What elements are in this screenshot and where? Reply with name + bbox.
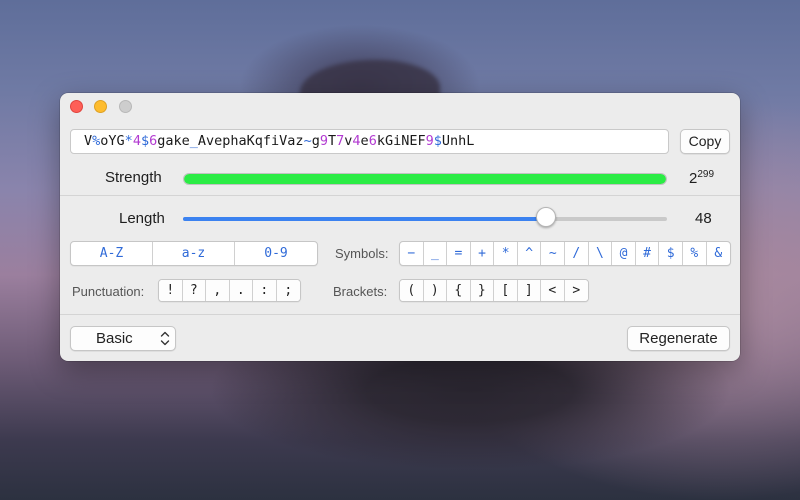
minimize-button[interactable]: [94, 100, 107, 113]
bracket-toggle[interactable]: >: [564, 280, 588, 301]
password-segment: _: [189, 133, 198, 149]
punctuation-toggle-group: !?,.:;: [158, 279, 301, 302]
length-value: 48: [695, 210, 712, 227]
punctuation-toggle[interactable]: ?: [182, 280, 206, 301]
password-segment: V: [84, 133, 93, 149]
charset-toggle[interactable]: a-z: [153, 242, 235, 265]
strength-value: 2299: [689, 169, 715, 187]
symbol-toggle[interactable]: $: [659, 242, 683, 265]
symbol-toggle[interactable]: ~: [541, 242, 566, 265]
password-segment: kGiNEF: [376, 133, 426, 149]
brackets-label: Brackets:: [333, 284, 388, 299]
divider: [60, 314, 740, 315]
password-segment: ~: [303, 133, 312, 149]
password-segment: *: [124, 133, 133, 149]
charset-toggle[interactable]: 0-9: [235, 242, 317, 265]
password-segment: 6: [368, 133, 377, 149]
password-segment: 6: [149, 133, 158, 149]
password-segment: e: [360, 133, 369, 149]
punctuation-toggle[interactable]: :: [253, 280, 277, 301]
regenerate-button[interactable]: Regenerate: [627, 326, 730, 351]
symbol-toggle[interactable]: +: [471, 242, 495, 265]
password-segment: 4: [352, 133, 361, 149]
symbols-label: Symbols:: [335, 246, 389, 261]
password-segment: g: [311, 133, 320, 149]
punctuation-toggle[interactable]: !: [159, 280, 183, 301]
preset-popup[interactable]: Basic: [70, 326, 176, 351]
password-segment: $: [433, 133, 442, 149]
password-segment: T: [327, 133, 337, 149]
symbol-toggle[interactable]: @: [612, 242, 636, 265]
password-segment: 9: [425, 133, 434, 149]
password-segment: $: [140, 133, 150, 149]
bracket-toggle[interactable]: <: [541, 280, 565, 301]
divider: [60, 195, 740, 196]
length-slider-fill: [183, 217, 546, 221]
brackets-toggle-group: (){}[] < >: [399, 279, 589, 302]
password-segment: AvephaKqfiVaz: [197, 133, 304, 149]
bracket-toggle[interactable]: (: [400, 280, 424, 301]
bracket-toggle[interactable]: }: [470, 280, 494, 301]
zoom-button[interactable]: [119, 100, 132, 113]
strength-label: Strength: [105, 169, 162, 186]
symbol-toggle[interactable]: &: [707, 242, 730, 265]
strength-meter-fill: [184, 174, 666, 184]
symbol-toggle[interactable]: −: [400, 242, 424, 265]
copy-button[interactable]: Copy: [680, 129, 730, 154]
password-segment: 9: [319, 133, 328, 149]
charset-toggle-group: A-Z a-z 0-9: [70, 241, 318, 266]
symbol-toggle[interactable]: *: [494, 242, 518, 265]
strength-exponent: 299: [697, 169, 715, 180]
password-generator-window: V%oYG*4$6gake_AvephaKqfiVaz~g9T7v4e6kGiN…: [60, 93, 740, 361]
symbol-toggle[interactable]: #: [636, 242, 660, 265]
punctuation-toggle[interactable]: ,: [206, 280, 230, 301]
symbol-toggle[interactable]: ^: [518, 242, 542, 265]
symbol-toggle[interactable]: =: [447, 242, 471, 265]
bracket-toggle[interactable]: {: [447, 280, 471, 301]
length-slider[interactable]: [183, 217, 667, 221]
preset-selected: Basic: [96, 330, 133, 347]
punctuation-toggle[interactable]: ;: [276, 280, 300, 301]
close-button[interactable]: [70, 100, 83, 113]
symbol-toggle[interactable]: /: [565, 242, 589, 265]
symbols-toggle-group: − _ = + * ^ ~ / \ @ # $% &: [399, 241, 731, 266]
titlebar: [60, 93, 740, 121]
symbol-toggle[interactable]: _: [424, 242, 448, 265]
length-slider-knob[interactable]: [536, 207, 556, 227]
charset-toggle[interactable]: A-Z: [71, 242, 153, 265]
bracket-toggle[interactable]: ): [423, 280, 447, 301]
password-field[interactable]: V%oYG*4$6gake_AvephaKqfiVaz~g9T7v4e6kGiN…: [70, 129, 669, 154]
strength-meter: [183, 173, 667, 185]
bracket-toggle[interactable]: [: [494, 280, 518, 301]
updown-chevron-icon: [160, 331, 170, 346]
password-segment: oYG: [100, 133, 125, 149]
password-segment: UnhL: [441, 133, 475, 149]
symbol-toggle[interactable]: \: [589, 242, 613, 265]
password-segment: gake: [157, 133, 190, 149]
punctuation-label: Punctuation:: [72, 284, 145, 299]
password-segment: 4: [132, 133, 141, 149]
symbol-toggle[interactable]: %: [683, 242, 707, 265]
bracket-toggle[interactable]: ]: [517, 280, 541, 301]
punctuation-toggle[interactable]: .: [229, 280, 253, 301]
length-label: Length: [119, 210, 165, 227]
